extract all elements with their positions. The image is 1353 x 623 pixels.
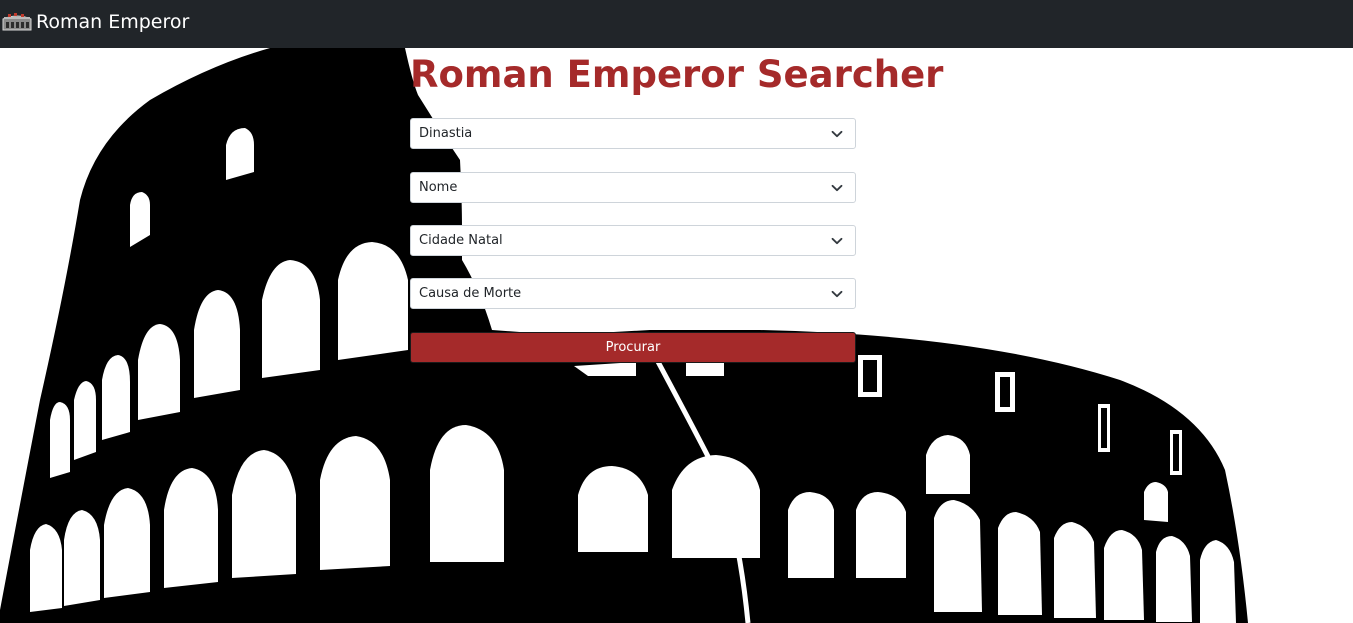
search-button[interactable]: Procurar <box>410 332 856 363</box>
birth-city-select[interactable]: Cidade Natal <box>410 225 856 256</box>
name-select[interactable]: Nome <box>410 172 856 203</box>
colosseum-icon <box>2 13 32 31</box>
name-select-wrapper: Nome <box>410 172 856 203</box>
birth-city-select-wrapper: Cidade Natal <box>410 225 856 256</box>
navbar: Roman Emperor <box>0 0 1353 48</box>
cause-of-death-select[interactable]: Causa de Morte <box>410 278 856 309</box>
cause-of-death-select-wrapper: Causa de Morte <box>410 278 856 309</box>
dynasty-select-wrapper: Dinastia <box>410 118 856 149</box>
page-title: Roman Emperor Searcher <box>410 53 944 96</box>
brand-link[interactable]: Roman Emperor <box>0 0 189 48</box>
dynasty-select[interactable]: Dinastia <box>410 118 856 149</box>
brand-title: Roman Emperor <box>36 11 190 33</box>
search-panel: Roman Emperor Searcher Dinastia Nome Cid… <box>0 48 1353 623</box>
